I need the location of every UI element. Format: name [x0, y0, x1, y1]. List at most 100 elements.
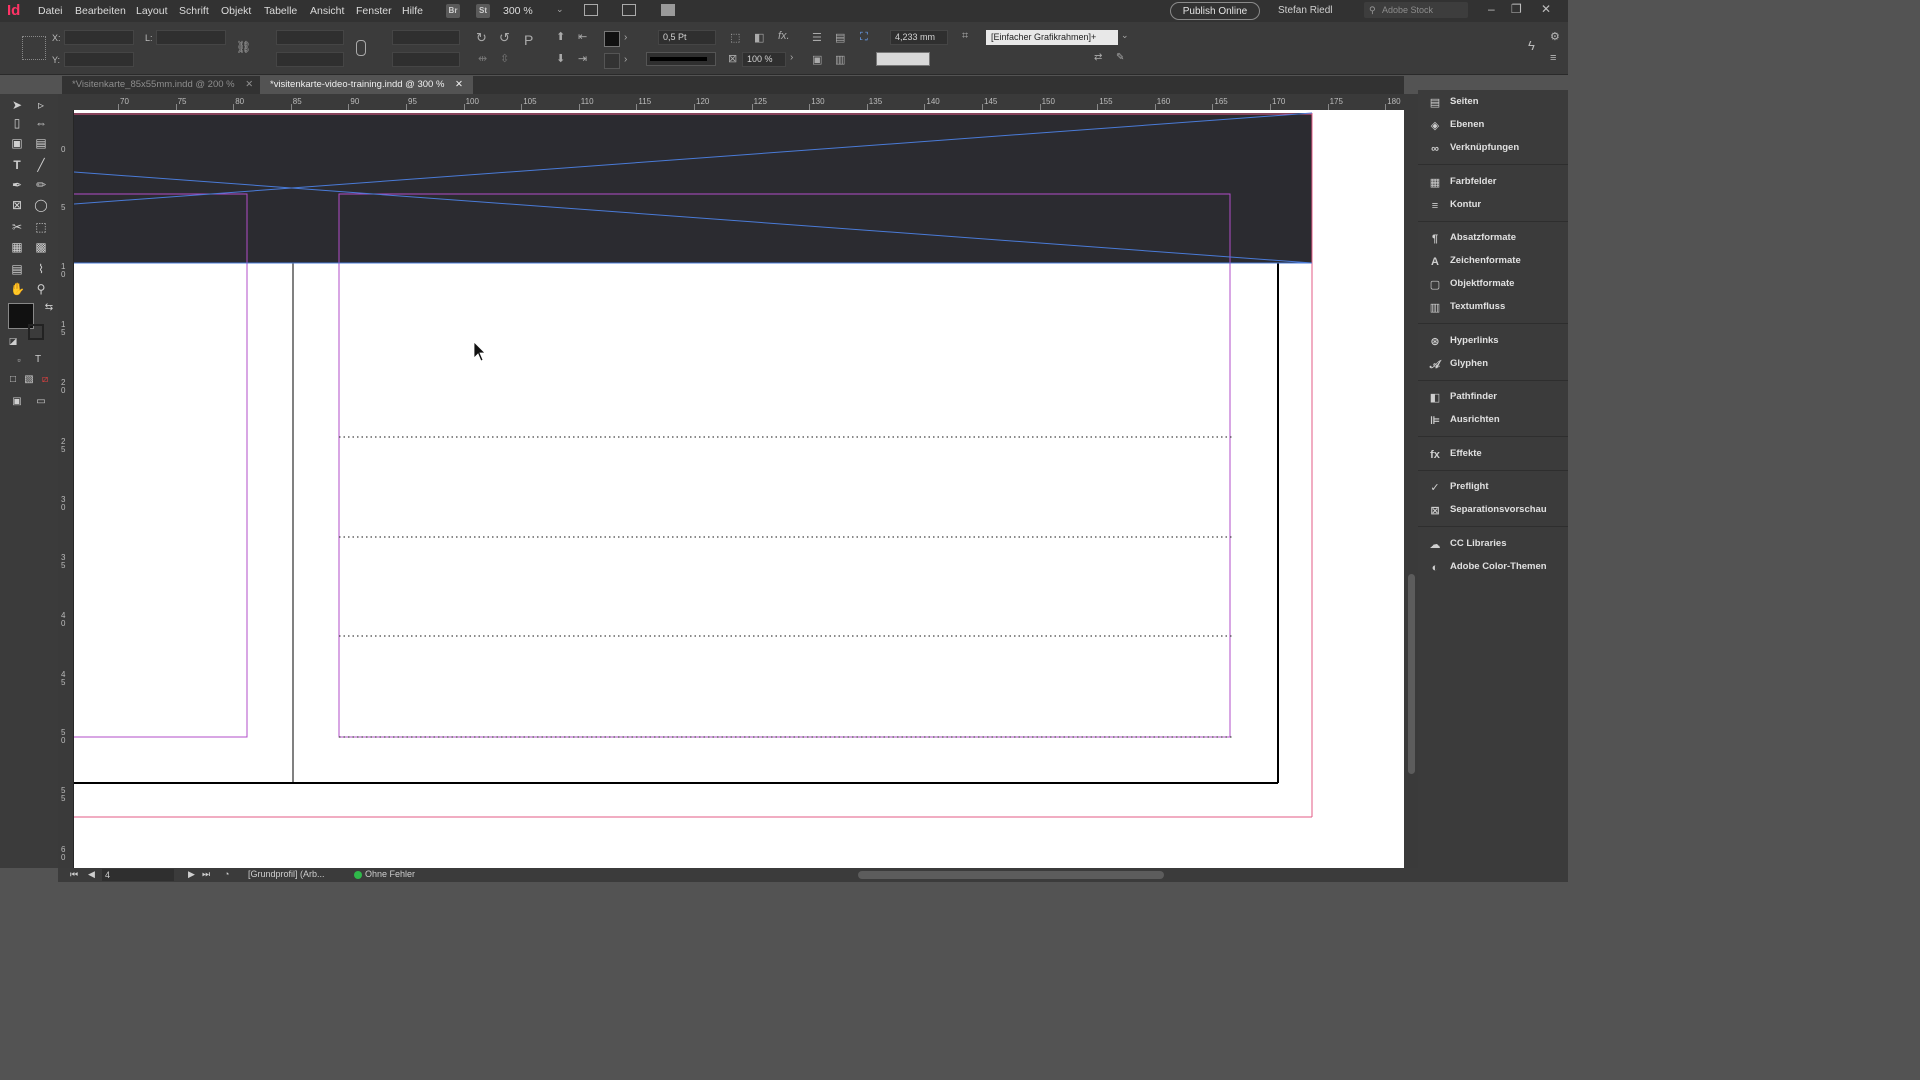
rotate-cw-icon[interactable]: ↻	[476, 30, 487, 46]
select-previous-icon[interactable]: ⇤	[578, 30, 587, 43]
publish-online-button[interactable]: Publish Online	[1170, 2, 1260, 20]
length-field[interactable]	[156, 30, 226, 45]
adobe-stock-search[interactable]: ⚲ Adobe Stock	[1364, 2, 1468, 18]
view-options-icon[interactable]	[584, 4, 598, 16]
flip-horizontal-icon[interactable]: ⇹	[478, 52, 487, 65]
stroke-weight-field[interactable]: 0,5 Pt	[658, 30, 716, 45]
tab-close-icon[interactable]: ✕	[455, 79, 463, 90]
select-next-icon[interactable]: ⇥	[578, 52, 587, 65]
y-position-field[interactable]	[64, 52, 134, 67]
panel-item-preflight[interactable]: ✓ Preflight	[1428, 476, 1488, 498]
panel-item-stroke[interactable]: ≡ Kontur	[1428, 194, 1481, 216]
menu-fenster[interactable]: Fenster	[356, 5, 392, 17]
horizontal-scrollbar-thumb[interactable]	[858, 871, 1164, 879]
apply-gradient-icon[interactable]: ▧	[22, 373, 36, 387]
menu-bearbeiten[interactable]: Bearbeiten	[75, 5, 126, 17]
eyedropper-tool-icon[interactable]: ⌇	[34, 262, 48, 276]
horizontal-ruler[interactable]: 70 75 80 85 90 95 100 105 110 115 120 125 130 135 140 1…	[74, 94, 1404, 111]
close-icon[interactable]: ✕	[1541, 2, 1551, 16]
previous-page-icon[interactable]: ◀	[88, 869, 95, 880]
pencil-tool-icon[interactable]: ✏	[34, 178, 48, 192]
object-style-dropdown-icon[interactable]: ⌄	[1121, 30, 1129, 41]
user-account[interactable]: Stefan Riedl	[1278, 5, 1332, 16]
page-number-field[interactable]: 4	[102, 869, 174, 881]
hand-tool-icon[interactable]: ✋	[10, 282, 25, 296]
link-icon[interactable]	[356, 40, 366, 56]
panel-menu-icon[interactable]: ≡	[1550, 52, 1556, 64]
maximize-icon[interactable]: ❐	[1511, 2, 1522, 16]
menu-tabelle[interactable]: Tabelle	[264, 5, 297, 17]
panel-item-object-styles[interactable]: ▢ Objektformate	[1428, 273, 1515, 295]
flip-vertical-icon[interactable]: ⇳	[500, 52, 509, 65]
document-canvas[interactable]	[74, 110, 1404, 868]
direct-selection-tool-icon[interactable]: ▹	[34, 98, 48, 112]
view-mode-icon[interactable]: ▣	[10, 395, 24, 409]
menu-schrift[interactable]: Schrift	[179, 5, 209, 17]
stroke-type-dropdown[interactable]	[646, 52, 716, 66]
pen-tool-icon[interactable]: ✒	[10, 178, 24, 192]
panel-item-layers[interactable]: ◈ Ebenen	[1428, 114, 1485, 136]
panel-item-pathfinder[interactable]: ◧ Pathfinder	[1428, 386, 1497, 408]
first-page-icon[interactable]: ⏮	[70, 869, 78, 880]
settings-gear-icon[interactable]: ⚙	[1550, 30, 1560, 43]
content-collector-icon[interactable]: ▣	[10, 136, 24, 150]
text-wrap-box-icon[interactable]: ▤	[835, 31, 845, 44]
preflight-status-label[interactable]: Ohne Fehler	[365, 869, 415, 879]
selection-tool-icon[interactable]: ➤	[10, 98, 24, 112]
width-field[interactable]	[276, 30, 344, 45]
fitting-offset-field[interactable]: 4,233 mm	[890, 30, 948, 45]
drop-shadow-icon[interactable]: ◧	[754, 31, 764, 44]
apply-none-icon[interactable]: ⧄	[38, 373, 52, 387]
lightning-icon[interactable]: ϟ	[1528, 38, 1535, 53]
menu-datei[interactable]: Datei	[38, 5, 63, 17]
gap-tool-icon[interactable]: ⇔	[34, 116, 48, 130]
effects-fx-icon[interactable]: fx.	[778, 30, 790, 42]
formatting-text-icon[interactable]: T	[31, 353, 45, 367]
fit-frame-icon[interactable]: ⬚	[730, 31, 740, 44]
menu-layout[interactable]: Layout	[136, 5, 168, 17]
bridge-button[interactable]: Br	[446, 4, 460, 18]
content-placer-icon[interactable]: ▤	[34, 136, 48, 150]
apply-color-icon[interactable]: □	[6, 373, 20, 387]
rotation-field[interactable]	[392, 30, 460, 45]
stroke-arrow-icon[interactable]: ›	[624, 54, 627, 65]
panel-item-paragraph-styles[interactable]: ¶ Absatzformate	[1428, 227, 1516, 249]
panel-item-character-styles[interactable]: A Zeichenformate	[1428, 250, 1521, 272]
gradient-feather-tool-icon[interactable]: ▩	[34, 240, 48, 254]
menu-ansicht[interactable]: Ansicht	[310, 5, 344, 17]
zoom-dropdown-icon[interactable]: ⌄	[556, 4, 564, 15]
panel-item-cc-libraries[interactable]: ☁ CC Libraries	[1428, 533, 1507, 555]
x-position-field[interactable]	[64, 30, 134, 45]
note-tool-icon[interactable]: ▤	[10, 262, 24, 276]
stroke-swatch[interactable]	[604, 53, 620, 69]
rectangle-frame-tool-icon[interactable]: ⊠	[10, 198, 24, 212]
shear-field[interactable]	[392, 52, 460, 67]
menu-objekt[interactable]: Objekt	[221, 5, 251, 17]
ruler-origin[interactable]	[58, 94, 74, 110]
clear-overrides-icon[interactable]: ⇄	[1094, 52, 1102, 63]
panel-item-pages[interactable]: ▤ Seiten	[1428, 91, 1479, 113]
tab-visitenkarte-video-training[interactable]: *visitenkarte-video-training.indd @ 300 …	[260, 76, 474, 94]
edit-style-icon[interactable]: ✎	[1116, 52, 1124, 63]
rotate-ccw-icon[interactable]: ↺	[499, 30, 510, 46]
panel-item-links[interactable]: ∞ Verknüpfungen	[1428, 137, 1519, 159]
formatting-container-icon[interactable]: ▫	[12, 353, 26, 367]
zoom-tool-icon[interactable]: ⚲	[34, 282, 48, 296]
stock-button[interactable]: St	[476, 4, 490, 18]
panel-item-effects[interactable]: fx Effekte	[1428, 443, 1482, 465]
color-profile-label[interactable]: [Grundprofil] (Arb...	[248, 869, 325, 879]
color-swatch-field[interactable]	[876, 52, 930, 66]
gradient-swatch-tool-icon[interactable]: ▦	[10, 240, 24, 254]
ellipse-tool-icon[interactable]: ◯	[34, 198, 48, 212]
height-field[interactable]	[276, 52, 344, 67]
opacity-arrow-icon[interactable]: ›	[790, 52, 793, 63]
auto-fit-icon[interactable]: ⛶	[860, 31, 868, 44]
menu-hilfe[interactable]: Hilfe	[402, 5, 423, 17]
stroke-color-swatch[interactable]	[28, 324, 44, 340]
next-page-icon[interactable]: ▶	[188, 869, 195, 880]
constrain-proportions-icon[interactable]: ⛓	[236, 40, 251, 54]
text-wrap-object-icon[interactable]: ▣	[812, 53, 822, 66]
text-wrap-jump-icon[interactable]: ▥	[835, 53, 845, 66]
screen-mode-tool-icon[interactable]: ▭	[34, 395, 48, 409]
panel-item-separations[interactable]: ⊠ Separationsvorschau	[1428, 499, 1546, 521]
